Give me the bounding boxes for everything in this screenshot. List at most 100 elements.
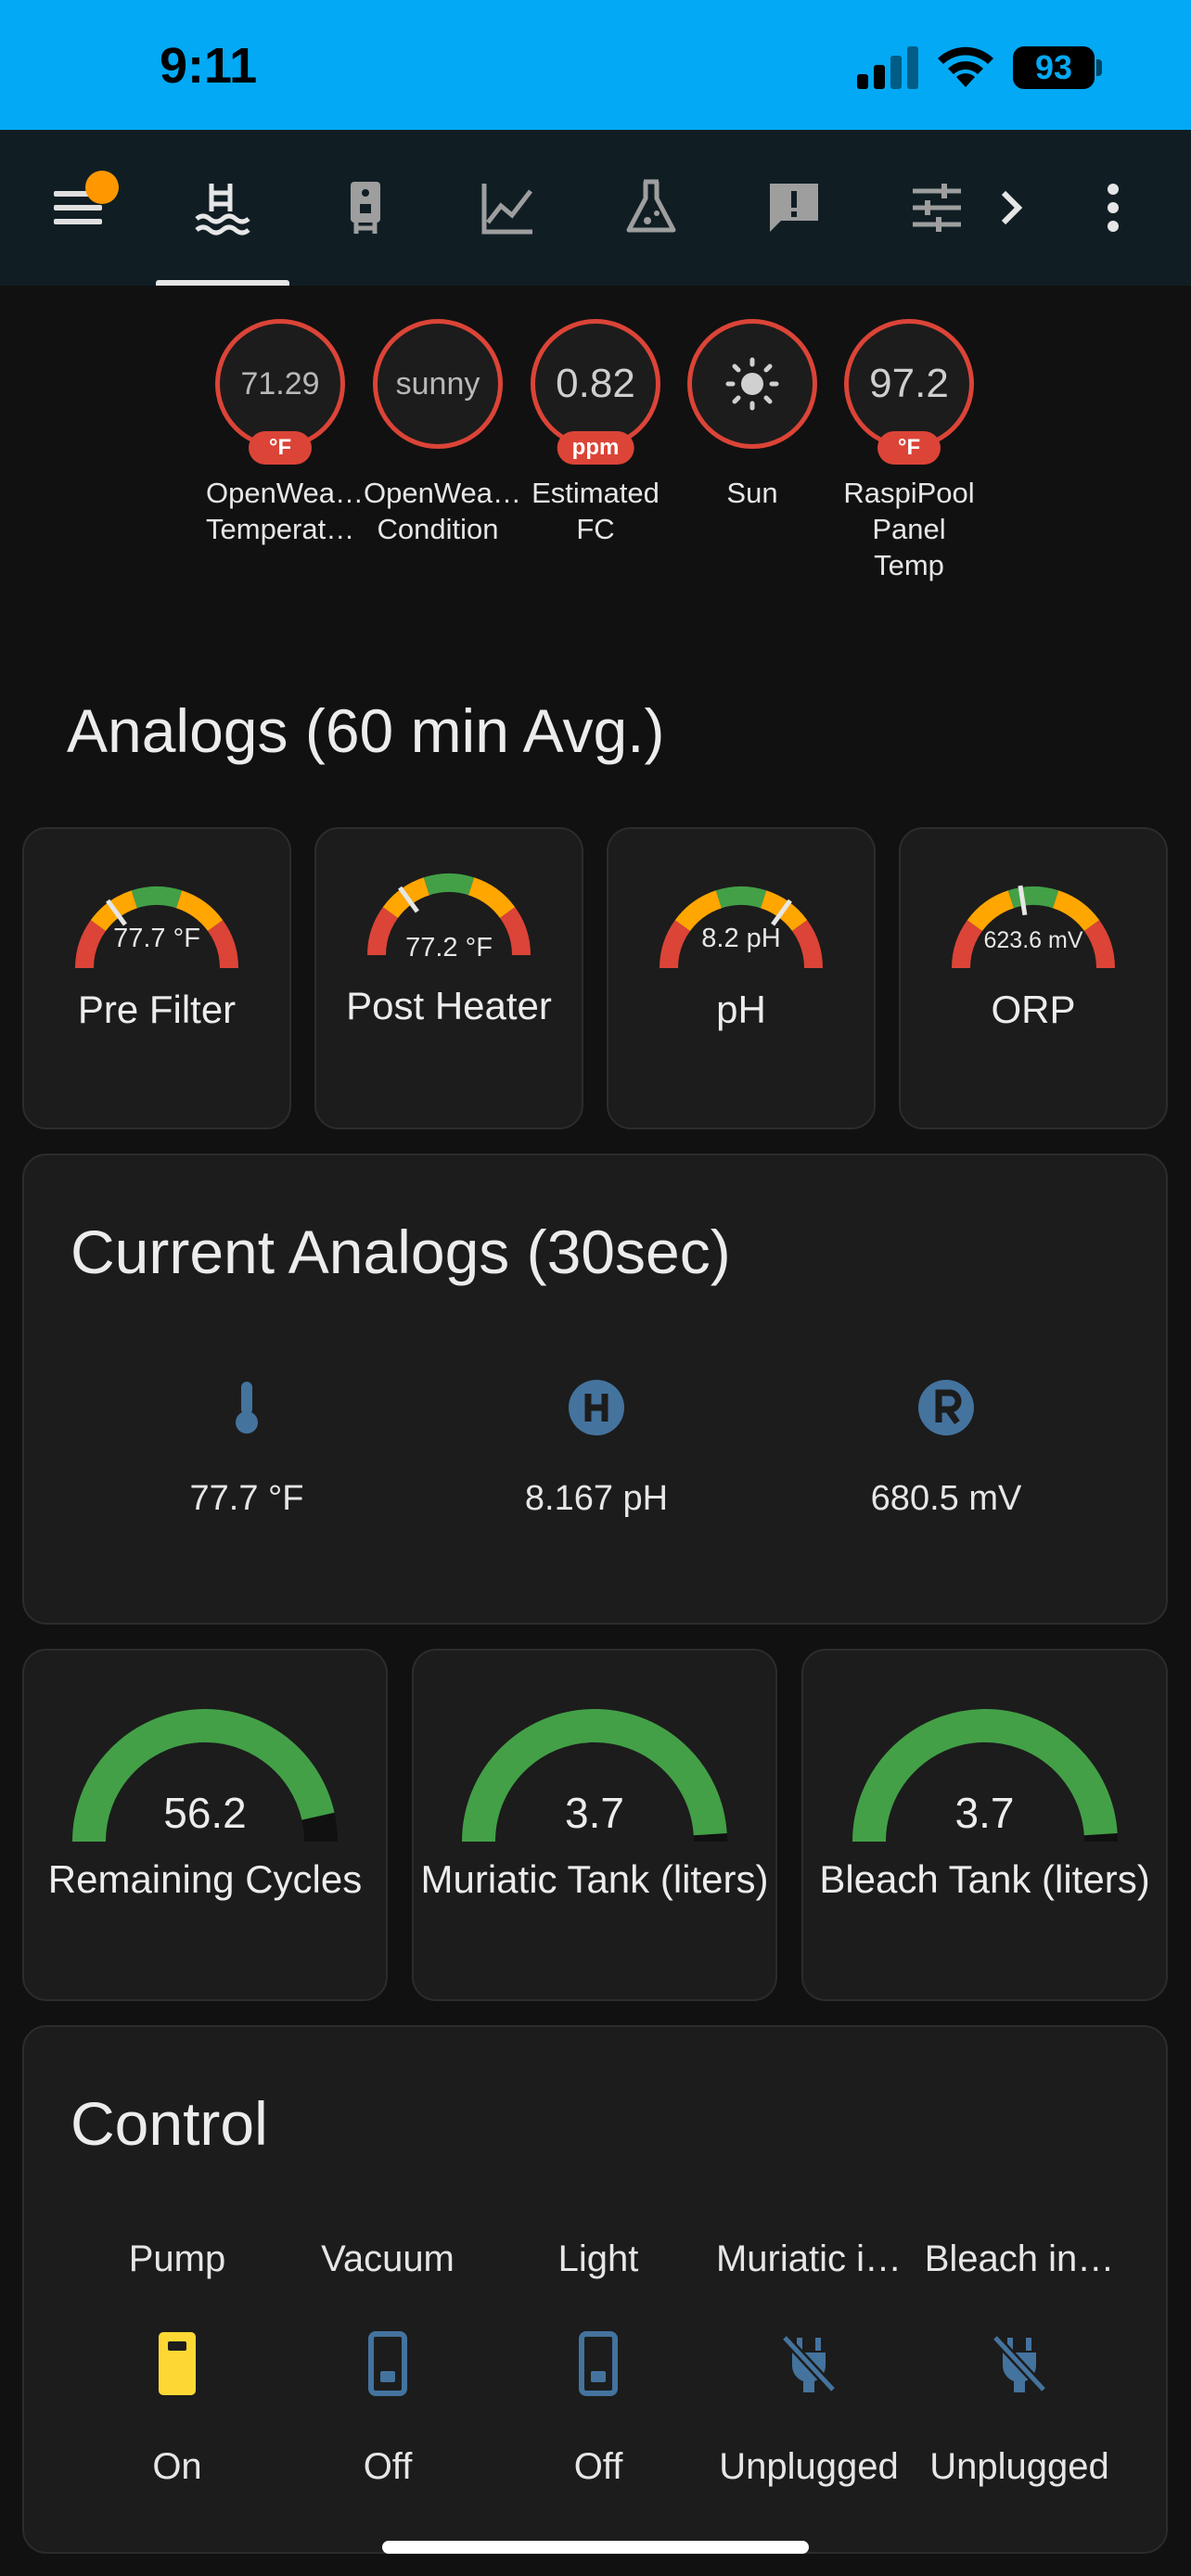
sun-icon	[725, 357, 779, 411]
battery-level: 93	[1013, 46, 1095, 89]
gauge-card-muriatic-tank[interactable]: 3.7 Muriatic Tank (liters)	[412, 1649, 777, 2001]
gauge-value: 56.2	[163, 1789, 247, 1837]
gauge-value: 77.2 °F	[405, 933, 493, 963]
gauge-segment	[467, 877, 516, 919]
gauge-name: Muriatic Tank (liters)	[420, 1857, 769, 1901]
alpha-r-circle-icon	[918, 1380, 974, 1435]
app-toolbar	[0, 130, 1191, 286]
badge-value: 97.2	[869, 361, 949, 406]
switch-off-icon[interactable]	[569, 2328, 628, 2399]
control-name: Muriatic i…	[715, 2238, 903, 2279]
current-orp-value: 680.5 mV	[870, 1479, 1022, 1518]
current-analogs-title: Current Analogs (30sec)	[70, 1218, 731, 1286]
power-plug-off-icon[interactable]	[990, 2328, 1049, 2399]
control-state: Off	[363, 2446, 413, 2487]
current-analogs-card: Current Analogs (30sec) 77.7 °F 8.167 pH…	[22, 1154, 1168, 1625]
gauge-segment	[175, 890, 224, 932]
gauge-segment	[1052, 890, 1100, 932]
badge-unit: ppm	[557, 431, 634, 465]
badge-sun[interactable]: Sun	[678, 319, 826, 511]
gauge-value: 3.7	[565, 1789, 624, 1837]
badge-ring: 71.29 °F	[215, 319, 345, 465]
gauge-name: Pre Filter	[77, 988, 237, 1031]
badge-panel-temp[interactable]: 97.2 °F RaspiPool Panel Temp	[835, 319, 983, 583]
badge-label: OpenWea… Condition	[364, 477, 522, 545]
control-state: Off	[573, 2446, 623, 2487]
badge-ring	[687, 319, 817, 449]
gauge-segment	[715, 886, 767, 909]
gauge-card-orp[interactable]: 623.6 mV ORP	[899, 827, 1168, 1129]
control-state: Unplugged	[929, 2446, 1109, 2487]
badge-value: 71.29	[240, 365, 320, 402]
badge-value: 0.82	[556, 361, 635, 406]
gauge-card-pre-filter[interactable]: 77.7 °F Pre Filter	[22, 827, 291, 1129]
pool-icon[interactable]	[193, 178, 252, 237]
control-title: Control	[70, 2089, 268, 2158]
analogs-title: Analogs (60 min Avg.)	[67, 696, 665, 765]
more-vert-icon[interactable]	[1083, 178, 1143, 237]
gauge-name: Remaining Cycles	[47, 1857, 363, 1901]
badge-estimated-fc[interactable]: 0.82 ppm Estimated FC	[521, 319, 670, 547]
status-bar: 9:11 93	[0, 0, 1191, 130]
control-name: Pump	[128, 2238, 226, 2279]
gauge-name: Post Heater	[346, 984, 552, 1027]
control-name: Vacuum	[321, 2238, 455, 2279]
alert-message-icon[interactable]	[764, 178, 824, 237]
gauge-card-ph[interactable]: 8.2 pH pH	[607, 827, 876, 1129]
control-pump[interactable]: Pump On	[72, 2238, 282, 2488]
gauge-segment	[1007, 886, 1059, 909]
control-vacuum[interactable]: Vacuum Off	[283, 2238, 493, 2488]
gauge-card-remaining-cycles[interactable]: 56.2 Remaining Cycles	[22, 1649, 388, 2001]
gauge-name: pH	[716, 988, 766, 1031]
gauge-name: ORP	[991, 988, 1076, 1031]
notification-dot	[85, 171, 119, 204]
control-name: Light	[557, 2238, 639, 2279]
control-name: Bleach in…	[924, 2238, 1115, 2279]
control-bleach[interactable]: Bleach in… Unplugged	[915, 2238, 1124, 2488]
gauge-segment	[674, 890, 723, 932]
badge-unit: °F	[249, 431, 312, 465]
badge-label: RaspiPool Panel Temp	[843, 477, 975, 581]
gauge-segment	[967, 890, 1015, 932]
switch-on-icon[interactable]	[147, 2328, 207, 2399]
badge-label: OpenWea… Temperat…	[206, 477, 365, 545]
switch-off-icon[interactable]	[358, 2328, 417, 2399]
current-temperature-value: 77.7 °F	[189, 1479, 304, 1518]
wifi-icon	[938, 46, 993, 87]
gauge-segment	[131, 886, 183, 909]
control-state: Unplugged	[719, 2446, 899, 2487]
gauge-value: 77.7 °F	[113, 924, 200, 953]
badge-ring: sunny	[373, 319, 503, 449]
flask-icon[interactable]	[621, 178, 681, 237]
power-plug-off-icon[interactable]	[779, 2328, 839, 2399]
control-light[interactable]: Light Off	[493, 2238, 703, 2488]
gauge-card-post-heater[interactable]: 77.2 °F Post Heater	[314, 827, 583, 1129]
cellular-signal-icon	[857, 46, 918, 89]
badge-temperature[interactable]: 71.29 °F OpenWea… Temperat…	[206, 319, 365, 547]
badge-value: sunny	[395, 365, 480, 402]
control-state: On	[152, 2446, 202, 2487]
gauge-name: Bleach Tank (liters)	[819, 1857, 1150, 1901]
current-ph[interactable]: 8.167 pH	[457, 1378, 736, 1519]
battery-icon: 93	[1013, 46, 1104, 89]
current-ph-value: 8.167 pH	[524, 1479, 669, 1518]
status-time: 9:11	[160, 38, 258, 94]
current-temperature[interactable]: 77.7 °F	[108, 1378, 386, 1519]
badge-ring: 0.82 ppm	[531, 319, 660, 465]
gauge-value: 3.7	[954, 1789, 1015, 1837]
thermometer-icon	[236, 1382, 258, 1434]
badge-label: Estimated FC	[531, 477, 660, 545]
home-indicator	[382, 2541, 809, 2554]
chart-line-icon[interactable]	[479, 178, 538, 237]
badge-label: Sun	[726, 477, 778, 509]
gauge-value: 8.2 pH	[701, 924, 781, 953]
current-orp[interactable]: 680.5 mV	[807, 1378, 1085, 1519]
gauge-card-bleach-tank[interactable]: 3.7 Bleach Tank (liters)	[801, 1649, 1168, 2001]
gauge	[952, 885, 1115, 969]
tune-icon[interactable]	[907, 178, 967, 237]
gauge-segment	[423, 874, 475, 896]
badge-condition[interactable]: sunny OpenWea… Condition	[364, 319, 522, 547]
chevron-right-icon[interactable]	[985, 178, 1039, 237]
water-heater-icon[interactable]	[336, 178, 395, 237]
control-muriatic[interactable]: Muriatic i… Unplugged	[704, 2238, 914, 2488]
